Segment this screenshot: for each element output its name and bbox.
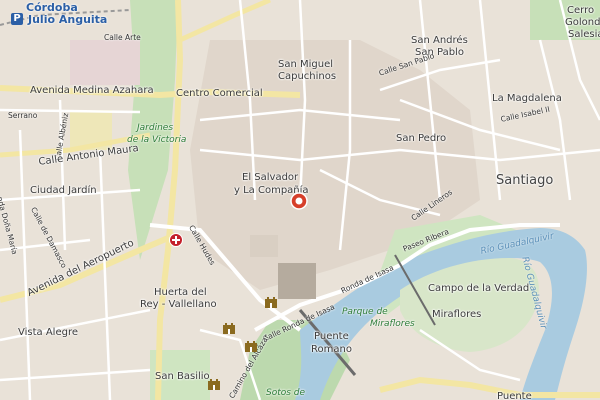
- monument-icon[interactable]: [244, 340, 258, 352]
- monument-icon[interactable]: [222, 322, 236, 334]
- map-canvas[interactable]: Córdoba P Julio Anguita Calle Arte San A…: [0, 0, 600, 400]
- parking-icon[interactable]: P: [11, 13, 23, 25]
- hospital-icon[interactable]: [169, 233, 183, 247]
- monument-icon[interactable]: [264, 296, 278, 308]
- monument-icon[interactable]: [207, 378, 221, 390]
- location-pin-icon[interactable]: [288, 190, 310, 212]
